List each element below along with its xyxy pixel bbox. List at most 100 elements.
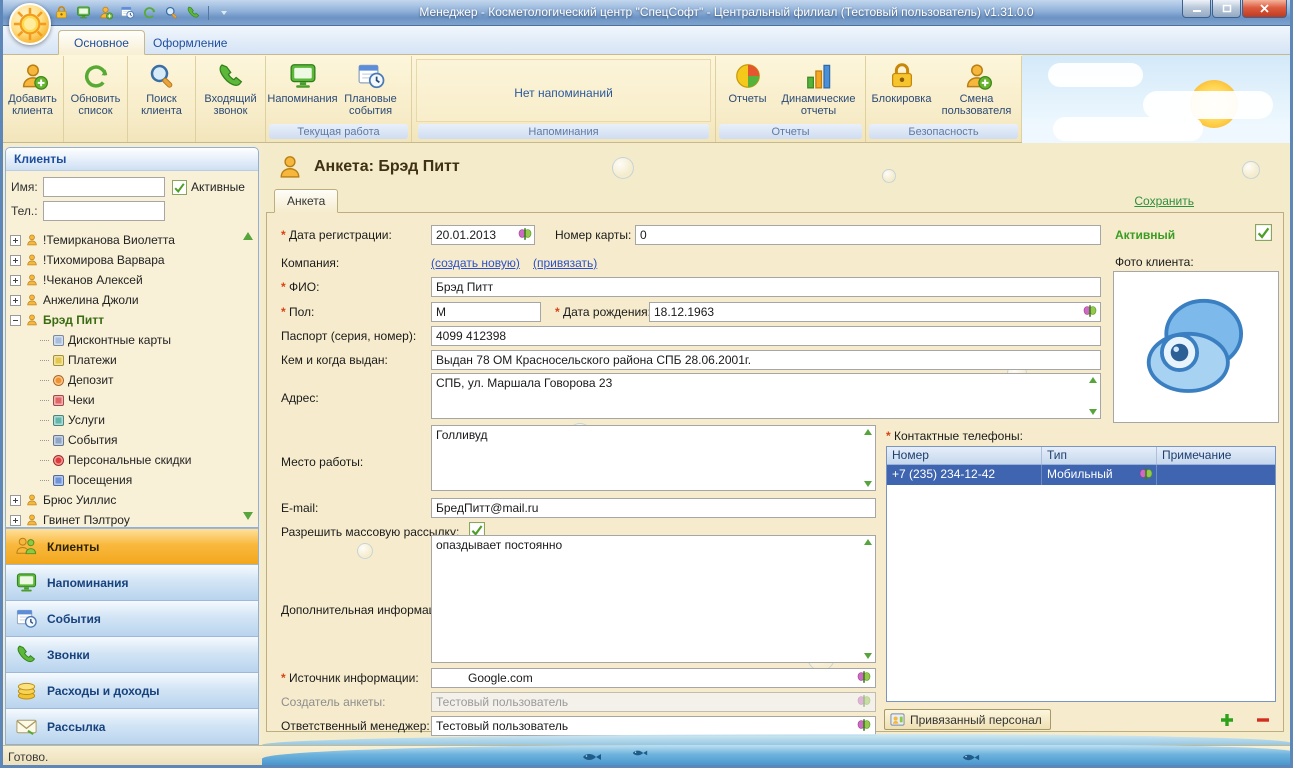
save-link[interactable]: Сохранить [1134, 194, 1194, 208]
tree-item-client[interactable]: !Тихомирова Варвара [10, 250, 240, 270]
expand-icon[interactable] [10, 235, 21, 246]
scroll-up-arrow[interactable] [864, 429, 872, 435]
scroll-down-arrow[interactable] [243, 512, 253, 520]
workplace-textarea[interactable]: Голливуд [431, 425, 876, 491]
person-icon [25, 233, 39, 247]
calendar-icon[interactable] [118, 4, 136, 22]
phone-row[interactable]: +7 (235) 234-12-42 Мобильный [887, 465, 1275, 485]
sidebar-item-events[interactable]: События [6, 600, 258, 636]
remove-phone-button[interactable] [1255, 712, 1271, 728]
sidebar-item-reminders[interactable]: Напоминания [6, 564, 258, 600]
reminders-button[interactable]: Напоминания [271, 59, 335, 105]
expand-icon[interactable] [10, 495, 21, 506]
butterfly-picker-icon[interactable] [1083, 304, 1098, 319]
butterfly-picker-icon[interactable] [857, 670, 872, 685]
phones-col-type[interactable]: Тип [1042, 447, 1157, 464]
tree-item-payments[interactable]: Платежи [10, 350, 240, 370]
expand-icon[interactable] [10, 275, 21, 286]
refresh-list-button[interactable]: Обновить список [64, 59, 127, 118]
attach-company-link[interactable]: (привязать) [533, 256, 597, 270]
sidebar-item-expenses[interactable]: Расходы и доходы [6, 672, 258, 708]
customize-toolbar-caret-icon[interactable] [215, 4, 233, 22]
ribbon-tab-row: Основное Оформление [0, 26, 1293, 55]
tab-main[interactable]: Основное [58, 30, 145, 55]
address-textarea[interactable]: СПБ, ул. Маршала Говорова 23 [431, 373, 1101, 419]
scroll-down-arrow[interactable] [864, 481, 872, 487]
additional-info-textarea[interactable]: опаздывает постоянно [431, 535, 876, 663]
issued-input[interactable] [431, 350, 1101, 370]
tree-item-client[interactable]: !Темирканова Виолетта [10, 230, 240, 250]
tree-item-client[interactable]: Брюс Уиллис [10, 490, 240, 510]
scroll-up-arrow[interactable] [864, 539, 872, 545]
add-phone-button[interactable] [1219, 712, 1235, 728]
tree-item-deposit[interactable]: Депозит [10, 370, 240, 390]
gender-input[interactable] [431, 302, 541, 322]
lock-button[interactable]: Блокировка [869, 59, 935, 105]
active-filter-toggle[interactable]: Активные [165, 180, 253, 195]
tree-item-client[interactable]: Гвинет Пэлтроу [10, 510, 240, 527]
butterfly-picker-icon[interactable] [518, 227, 533, 242]
tree-item-client[interactable]: Анжелина Джоли [10, 290, 240, 310]
reports-button[interactable]: Отчеты [720, 59, 776, 105]
phones-col-note[interactable]: Примечание [1157, 447, 1275, 464]
tab-design[interactable]: Оформление [138, 30, 242, 55]
manager-input[interactable] [431, 716, 876, 736]
cloud-decoration [1143, 91, 1273, 119]
birth-date-input[interactable] [649, 302, 1101, 322]
planned-events-button[interactable]: Плановые события [335, 59, 407, 118]
close-button[interactable] [1242, 0, 1287, 18]
butterfly-picker-icon[interactable] [857, 718, 872, 733]
tab-anketa[interactable]: Анкета [274, 189, 338, 213]
card-number-input[interactable] [635, 225, 1101, 245]
fio-input[interactable] [431, 277, 1101, 297]
expand-icon[interactable] [10, 255, 21, 266]
tree-item-discount-cards[interactable]: Дисконтные карты [10, 330, 240, 350]
butterfly-picker-icon[interactable] [1139, 467, 1154, 482]
tree-item-checks[interactable]: Чеки [10, 390, 240, 410]
tree-item-services[interactable]: Услуги [10, 410, 240, 430]
workplace-label: Место работы: [281, 455, 363, 469]
search-client-button[interactable]: Поиск клиента [130, 59, 194, 118]
linked-staff-button[interactable]: Привязанный персонал [884, 709, 1051, 730]
tree-item-personal-discounts[interactable]: Персональные скидки [10, 450, 240, 470]
nav-label: Звонки [47, 648, 90, 662]
passport-input[interactable] [431, 326, 1101, 346]
tree-item-visits[interactable]: Посещения [10, 470, 240, 490]
scroll-up-arrow[interactable] [1089, 377, 1097, 383]
client-photo [1113, 271, 1279, 423]
maximize-button[interactable] [1212, 0, 1241, 18]
create-company-link[interactable]: (создать новую) [431, 256, 520, 270]
change-user-button[interactable]: Смена пользователя [935, 59, 1019, 118]
refresh-icon[interactable] [140, 4, 158, 22]
app-menu-button[interactable] [9, 3, 51, 45]
person-icon [962, 61, 992, 91]
tree-item-client-selected[interactable]: Брэд Питт [10, 310, 240, 330]
tree-item-events[interactable]: События [10, 430, 240, 450]
name-filter-input[interactable] [43, 177, 165, 197]
dynamic-reports-button[interactable]: Динамические отчеты [776, 59, 862, 118]
search-client-label: Поиск клиента [130, 93, 194, 118]
lock-icon[interactable] [52, 4, 70, 22]
sidebar-item-clients[interactable]: Клиенты [6, 528, 258, 564]
add-client-icon[interactable] [96, 4, 114, 22]
search-icon[interactable] [162, 4, 180, 22]
incoming-call-button[interactable]: Входящий звонок [199, 59, 263, 118]
phones-col-number[interactable]: Номер [887, 447, 1042, 464]
scroll-down-arrow[interactable] [864, 653, 872, 659]
expand-icon[interactable] [10, 295, 21, 306]
sidebar-item-calls[interactable]: Звонки [6, 636, 258, 672]
minimize-button[interactable] [1182, 0, 1211, 18]
expand-icon[interactable] [10, 515, 21, 526]
source-input[interactable] [431, 668, 876, 688]
tree-item-client[interactable]: !Чеканов Алексей [10, 270, 240, 290]
scroll-down-arrow[interactable] [1089, 409, 1097, 415]
phone-icon[interactable] [184, 4, 202, 22]
add-client-button[interactable]: Добавить клиента [2, 59, 63, 118]
sidebar-item-mailing[interactable]: Рассылка [6, 708, 258, 744]
scroll-up-arrow[interactable] [243, 232, 253, 240]
phone-filter-input[interactable] [43, 201, 165, 221]
collapse-icon[interactable] [10, 315, 21, 326]
reminders-icon[interactable] [74, 4, 92, 22]
email-input[interactable] [431, 498, 876, 518]
active-status-checkbox[interactable] [1255, 224, 1272, 241]
